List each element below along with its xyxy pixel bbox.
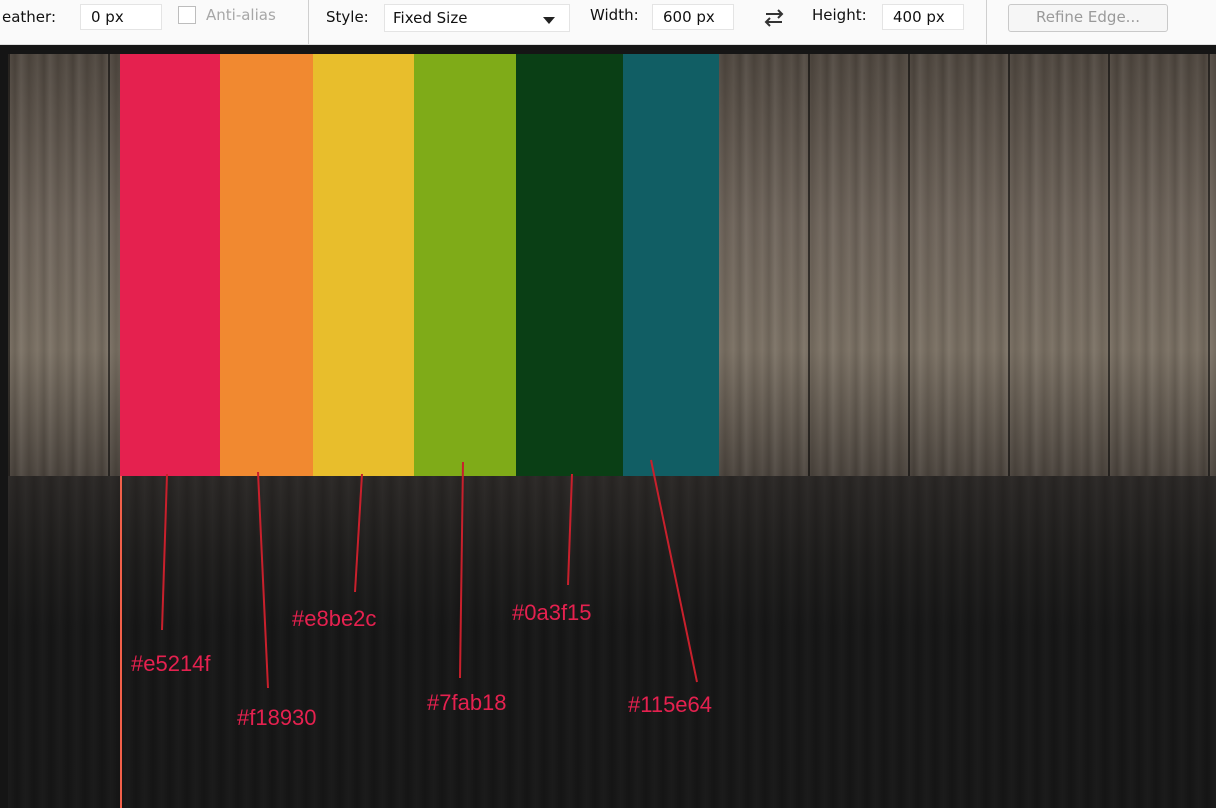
pointer-line <box>257 471 269 689</box>
annotation-lines <box>120 459 698 808</box>
pointer-line <box>161 473 168 631</box>
pointer-line <box>650 459 698 683</box>
swatch-label: #e8be2c <box>292 606 377 631</box>
pointer-line <box>354 473 363 593</box>
swatch-label: #115e64 <box>628 692 713 717</box>
swatch-label: #7fab18 <box>427 690 507 715</box>
pointer-line <box>567 473 573 586</box>
swatch-label: #0a3f15 <box>512 600 592 625</box>
swatch-label: #f18930 <box>237 705 317 730</box>
pointer-line <box>459 461 464 679</box>
swatch-label: #e5214f <box>131 651 211 676</box>
